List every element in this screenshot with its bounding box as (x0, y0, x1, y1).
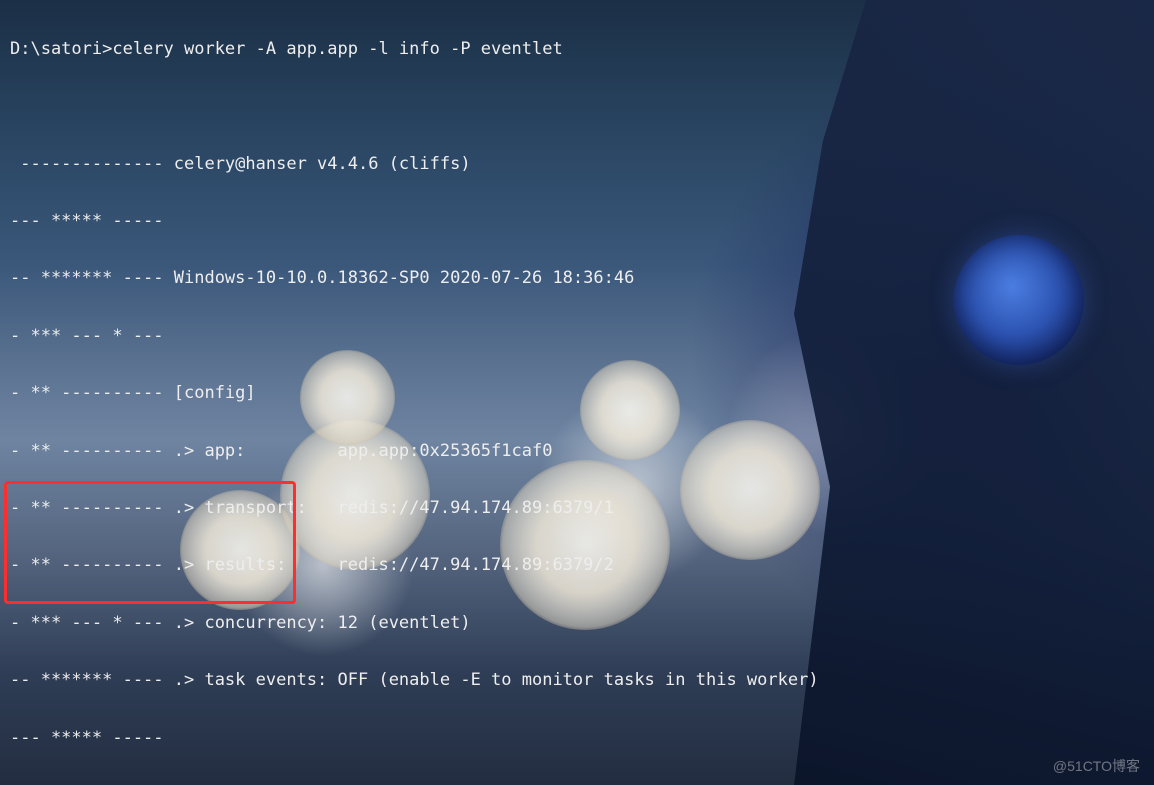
config-transport: - ** ---------- .> transport: redis://47… (10, 494, 1144, 523)
banner-line: -------------- celery@hanser v4.4.6 (cli… (10, 150, 1144, 179)
watermark-text: @51CTO博客 (1053, 752, 1140, 781)
command-line: D:\satori>celery worker -A app.app -l in… (10, 35, 1144, 64)
config-task-events: -- ******* ---- .> task events: OFF (ena… (10, 666, 1144, 695)
banner-line: -- ******* ---- Windows-10-10.0.18362-SP… (10, 264, 1144, 293)
config-app: - ** ---------- .> app: app.app:0x25365f… (10, 437, 1144, 466)
terminal-output[interactable]: D:\satori>celery worker -A app.app -l in… (0, 0, 1154, 785)
config-concurrency: - *** --- * --- .> concurrency: 12 (even… (10, 609, 1144, 638)
queues-header: -------------- [queues] (10, 781, 1144, 785)
banner-line: - *** --- * --- (10, 322, 1144, 351)
banner-line: --- ***** ----- (10, 207, 1144, 236)
config-results: - ** ---------- .> results: redis://47.9… (10, 551, 1144, 580)
banner-line: --- ***** ----- (10, 724, 1144, 753)
blank-line (10, 92, 1144, 121)
config-header: - ** ---------- [config] (10, 379, 1144, 408)
